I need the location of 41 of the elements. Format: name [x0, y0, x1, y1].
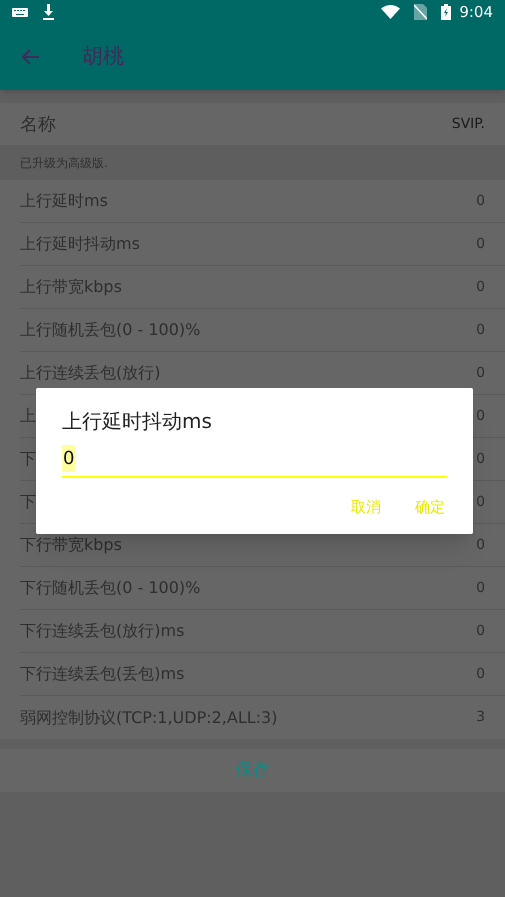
setting-value: 0: [476, 622, 485, 640]
setting-label: 上: [20, 405, 36, 427]
dialog-title: 上行延时抖动ms: [62, 408, 213, 435]
download-icon: [42, 4, 55, 20]
setting-value: 0: [476, 536, 485, 554]
battery-charging-icon: [441, 4, 452, 20]
setting-label: 上行带宽kbps: [20, 276, 122, 298]
setting-label: 上行延时ms: [20, 190, 108, 212]
cancel-button[interactable]: 取消: [349, 496, 383, 518]
keyboard-icon: [12, 8, 28, 16]
setting-label: 上行延时抖动ms: [20, 233, 140, 255]
setting-label: 上行随机丢包(0 - 100)%: [20, 319, 200, 341]
setting-value: 0: [476, 664, 485, 684]
setting-label: 上行连续丢包(放行): [20, 362, 160, 384]
setting-label: 下: [20, 491, 36, 513]
setting-value: 3: [476, 708, 485, 727]
setting-value: 0: [476, 278, 485, 296]
setting-value: 0: [476, 364, 485, 382]
setting-label: 下行连续丢包(放行)ms: [20, 620, 184, 642]
setting-label: 下: [20, 448, 36, 470]
no-sim-icon: [414, 4, 428, 20]
name-label: 名称: [20, 112, 56, 136]
setting-value: 0: [476, 406, 485, 426]
setting-label: 下行随机丢包(0 - 100)%: [20, 577, 200, 599]
setting-value: 0: [476, 234, 485, 254]
setting-value: 0: [476, 192, 485, 210]
setting-value: 0: [476, 492, 485, 512]
wifi-icon: [381, 5, 400, 19]
setting-value: 0: [476, 578, 485, 598]
setting-label: 下行连续丢包(丢包)ms: [20, 663, 184, 685]
setting-value: 0: [476, 450, 485, 468]
screen-title: 胡桃: [82, 43, 124, 70]
input-value: 0: [62, 445, 76, 472]
confirm-button[interactable]: 确定: [413, 496, 447, 518]
setting-value: 0: [476, 320, 485, 340]
clock-time: 9:04: [459, 2, 493, 23]
input-field[interactable]: 0: [62, 446, 447, 478]
save-button[interactable]: 保存: [228, 758, 278, 784]
back-arrow-icon[interactable]: [22, 49, 40, 65]
name-value: SVIP.: [452, 114, 485, 134]
setting-label: 弱网控制协议(TCP:1,UDP:2,ALL:3): [20, 706, 278, 728]
